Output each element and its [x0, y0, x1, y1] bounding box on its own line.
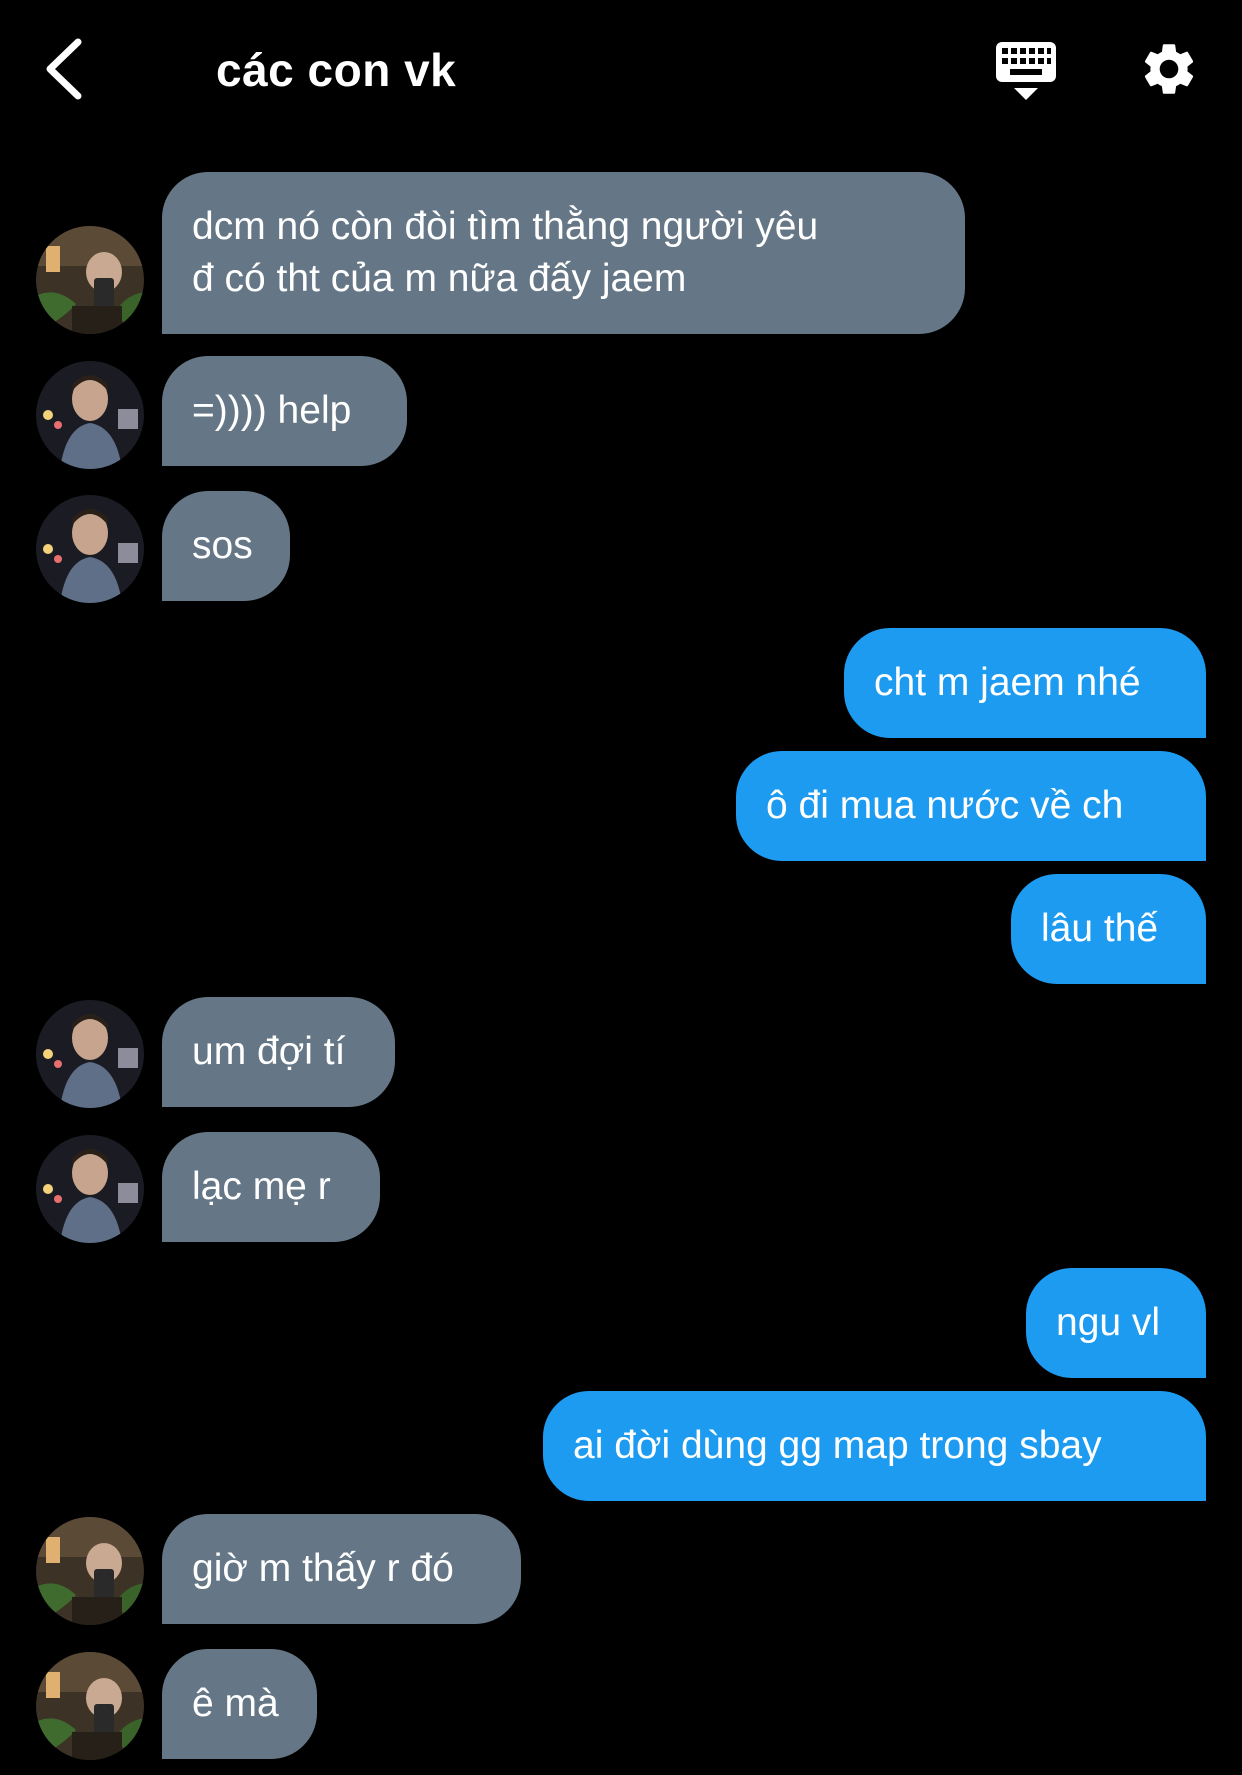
avatar-photo-a	[36, 1652, 144, 1760]
message-bubble[interactable]: um đợi tí	[162, 997, 395, 1107]
message-text: ê mà	[192, 1682, 279, 1725]
avatar-photo-b	[36, 495, 144, 603]
back-button[interactable]	[40, 36, 90, 102]
message-bubble[interactable]: dcm nó còn đòi tìm thằng người yêu đ có …	[162, 172, 965, 334]
avatar-photo-b	[36, 1000, 144, 1108]
message-text: ô đi mua nước về ch	[766, 784, 1124, 827]
message-text: cht m jaem nhé	[874, 661, 1141, 704]
message-bubble[interactable]: cht m jaem nhé	[844, 628, 1206, 738]
message-bubble[interactable]: =)))) help	[162, 356, 407, 466]
avatar-photo-a	[36, 1517, 144, 1625]
avatar[interactable]	[36, 1000, 144, 1108]
message-text: lâu thế	[1041, 907, 1159, 950]
avatar-photo-b	[36, 361, 144, 469]
message-text: ngu vl	[1056, 1301, 1161, 1344]
avatar[interactable]	[36, 495, 144, 603]
keyboard-shortcuts-button[interactable]	[992, 38, 1060, 104]
message-bubble[interactable]: ô đi mua nước về ch	[736, 751, 1206, 861]
chat-header: các con vk	[0, 0, 1242, 140]
message-text: um đợi tí	[192, 1030, 346, 1073]
message-text: =)))) help	[192, 389, 352, 432]
message-bubble[interactable]: lâu thế	[1011, 874, 1206, 984]
chevron-left-icon	[46, 38, 82, 100]
message-text: sos	[192, 524, 253, 567]
avatar-photo-b	[36, 1135, 144, 1243]
message-bubble[interactable]: ai đời dùng gg map trong sbay	[543, 1391, 1206, 1501]
message-bubble[interactable]: sos	[162, 491, 290, 601]
avatar[interactable]	[36, 361, 144, 469]
message-bubble[interactable]: lạc mẹ r	[162, 1132, 380, 1242]
avatar[interactable]	[36, 1652, 144, 1760]
gear-icon	[1144, 44, 1194, 94]
message-text: dcm nó còn đòi tìm thằng người yêu đ có …	[192, 205, 819, 300]
message-text: lạc mẹ r	[192, 1165, 331, 1208]
conversation-title: các con vk	[216, 44, 457, 96]
avatar[interactable]	[36, 226, 144, 334]
settings-button[interactable]	[1138, 38, 1200, 100]
message-text: ai đời dùng gg map trong sbay	[573, 1424, 1102, 1467]
avatar[interactable]	[36, 1517, 144, 1625]
message-bubble[interactable]: giờ m thấy r đó	[162, 1514, 521, 1624]
message-text: giờ m thấy r đó	[192, 1547, 454, 1590]
message-bubble[interactable]: ê mà	[162, 1649, 317, 1759]
avatar-photo-a	[36, 226, 144, 334]
message-bubble[interactable]: ngu vl	[1026, 1268, 1206, 1378]
keyboard-icon	[996, 42, 1056, 100]
avatar[interactable]	[36, 1135, 144, 1243]
